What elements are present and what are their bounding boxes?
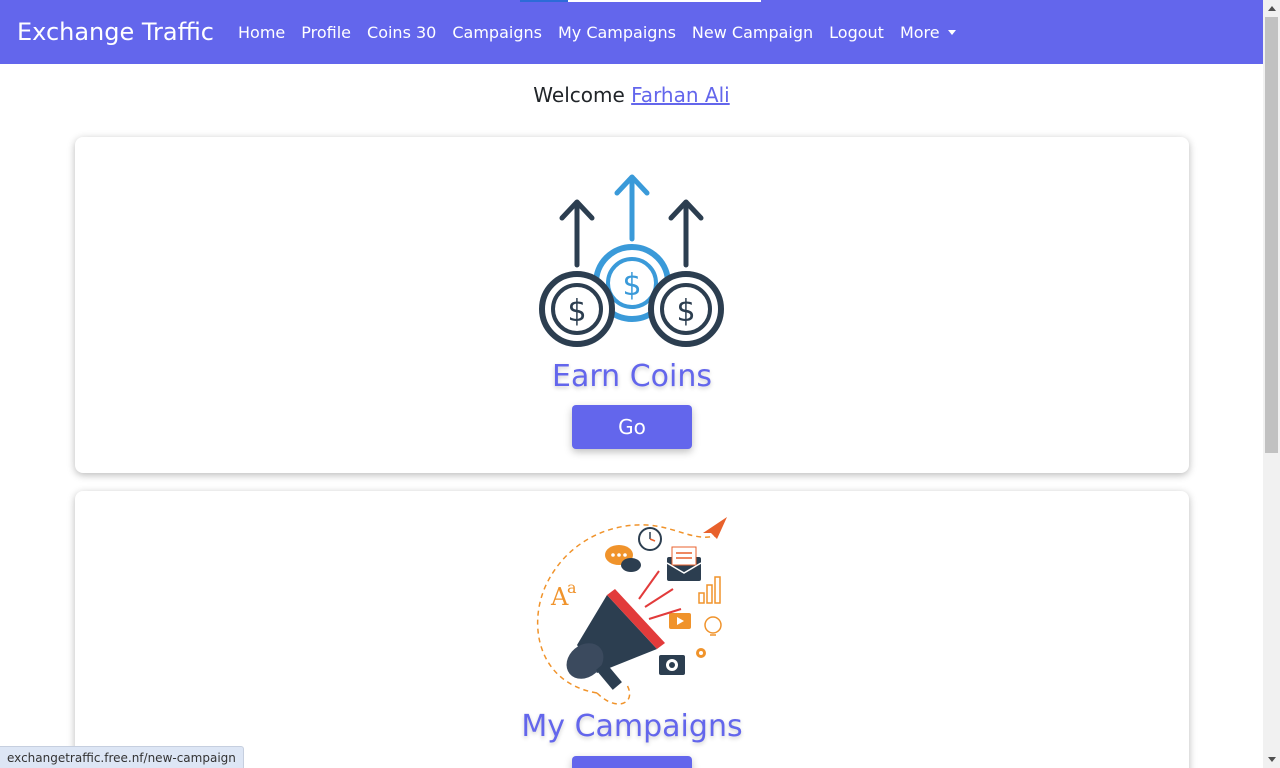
vertical-scrollbar[interactable] — [1263, 0, 1280, 768]
svg-text:a: a — [567, 578, 577, 597]
welcome-message: Welcome Farhan Ali — [0, 83, 1263, 107]
nav-my-campaigns[interactable]: My Campaigns — [558, 23, 676, 42]
my-campaigns-title: My Campaigns — [521, 709, 743, 744]
nav-profile[interactable]: Profile — [301, 23, 351, 42]
megaphone-marketing-icon: A a — [536, 517, 727, 705]
svg-text:$: $ — [622, 268, 641, 303]
nav-home[interactable]: Home — [238, 23, 285, 42]
earn-coins-card: $ $ $ Earn Coins Go — [75, 137, 1189, 473]
browser-status-url: exchangetraffic.free.nf/new-campaign — [0, 746, 244, 768]
nav-new-campaign[interactable]: New Campaign — [692, 23, 813, 42]
scroll-down-arrow-icon[interactable] — [1263, 751, 1280, 768]
earn-coins-go-button[interactable]: Go — [572, 405, 692, 449]
earn-coins-title: Earn Coins — [552, 359, 712, 394]
caret-down-icon — [947, 29, 956, 35]
brand-logo[interactable]: Exchange Traffic — [17, 18, 214, 46]
top-navbar: Exchange Traffic Home Profile Coins 30 C… — [0, 0, 1263, 64]
scroll-up-arrow-icon[interactable] — [1263, 0, 1280, 17]
nav-campaigns[interactable]: Campaigns — [452, 23, 542, 42]
user-profile-link[interactable]: Farhan Ali — [631, 83, 730, 107]
nav-more-label: More — [899, 22, 940, 42]
welcome-prefix: Welcome — [533, 83, 625, 107]
svg-text:$: $ — [567, 294, 586, 329]
nav-coins[interactable]: Coins 30 — [367, 23, 436, 42]
page-loading-bar — [520, 0, 761, 2]
nav-more-dropdown[interactable]: More — [900, 23, 956, 42]
scrollbar-thumb[interactable] — [1265, 17, 1278, 453]
my-campaigns-card: A a My Campaigns — [75, 491, 1189, 768]
my-campaigns-go-button[interactable] — [572, 756, 692, 768]
nav-logout[interactable]: Logout — [829, 23, 884, 42]
svg-text:$: $ — [676, 294, 695, 329]
coins-up-arrows-icon: $ $ $ — [539, 174, 724, 347]
